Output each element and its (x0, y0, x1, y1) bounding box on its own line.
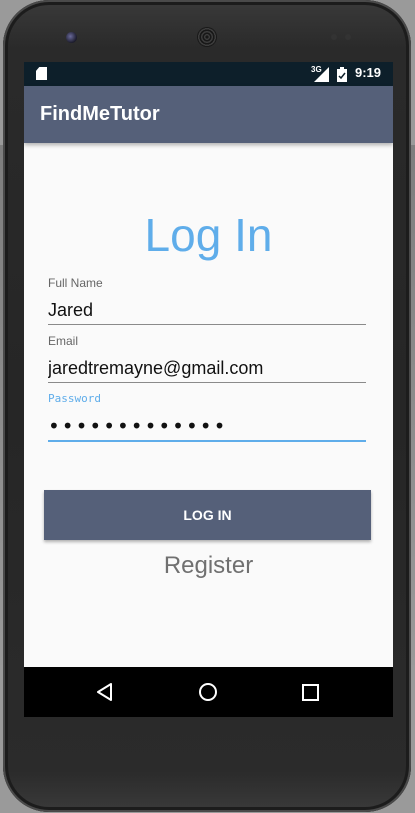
status-bar: 3G 9:19 (24, 62, 393, 86)
full-name-input[interactable] (48, 297, 366, 325)
back-button[interactable] (75, 667, 135, 717)
signal-icon (314, 67, 329, 82)
password-label: Password (48, 392, 101, 405)
phone-frame: 3G 9:19 FindMeTutor Log In Full Name Ema… (3, 0, 411, 812)
home-button[interactable] (178, 667, 238, 717)
back-icon (97, 683, 112, 701)
battery-icon (337, 67, 347, 82)
recents-icon (301, 683, 319, 701)
app-bar: FindMeTutor (24, 86, 393, 143)
login-button[interactable]: LOG IN (44, 490, 371, 540)
page-title: Log In (144, 209, 273, 261)
proximity-sensor (331, 34, 337, 40)
password-input[interactable]: ••••••••••••• (48, 413, 366, 442)
register-link[interactable]: Register (24, 552, 393, 580)
navigation-bar (24, 667, 393, 717)
email-input[interactable] (48, 355, 366, 383)
sd-card-icon (36, 67, 47, 80)
app-title: FindMeTutor (40, 103, 160, 125)
email-label: Email (48, 334, 79, 348)
full-name-label: Full Name (48, 276, 103, 290)
device-screen: 3G 9:19 FindMeTutor Log In Full Name Ema… (24, 62, 393, 717)
home-icon (199, 683, 217, 701)
light-sensor (345, 34, 351, 40)
front-camera (66, 32, 77, 43)
clock: 9:19 (355, 65, 382, 80)
recents-button[interactable] (280, 667, 340, 717)
earpiece-speaker (197, 27, 217, 47)
